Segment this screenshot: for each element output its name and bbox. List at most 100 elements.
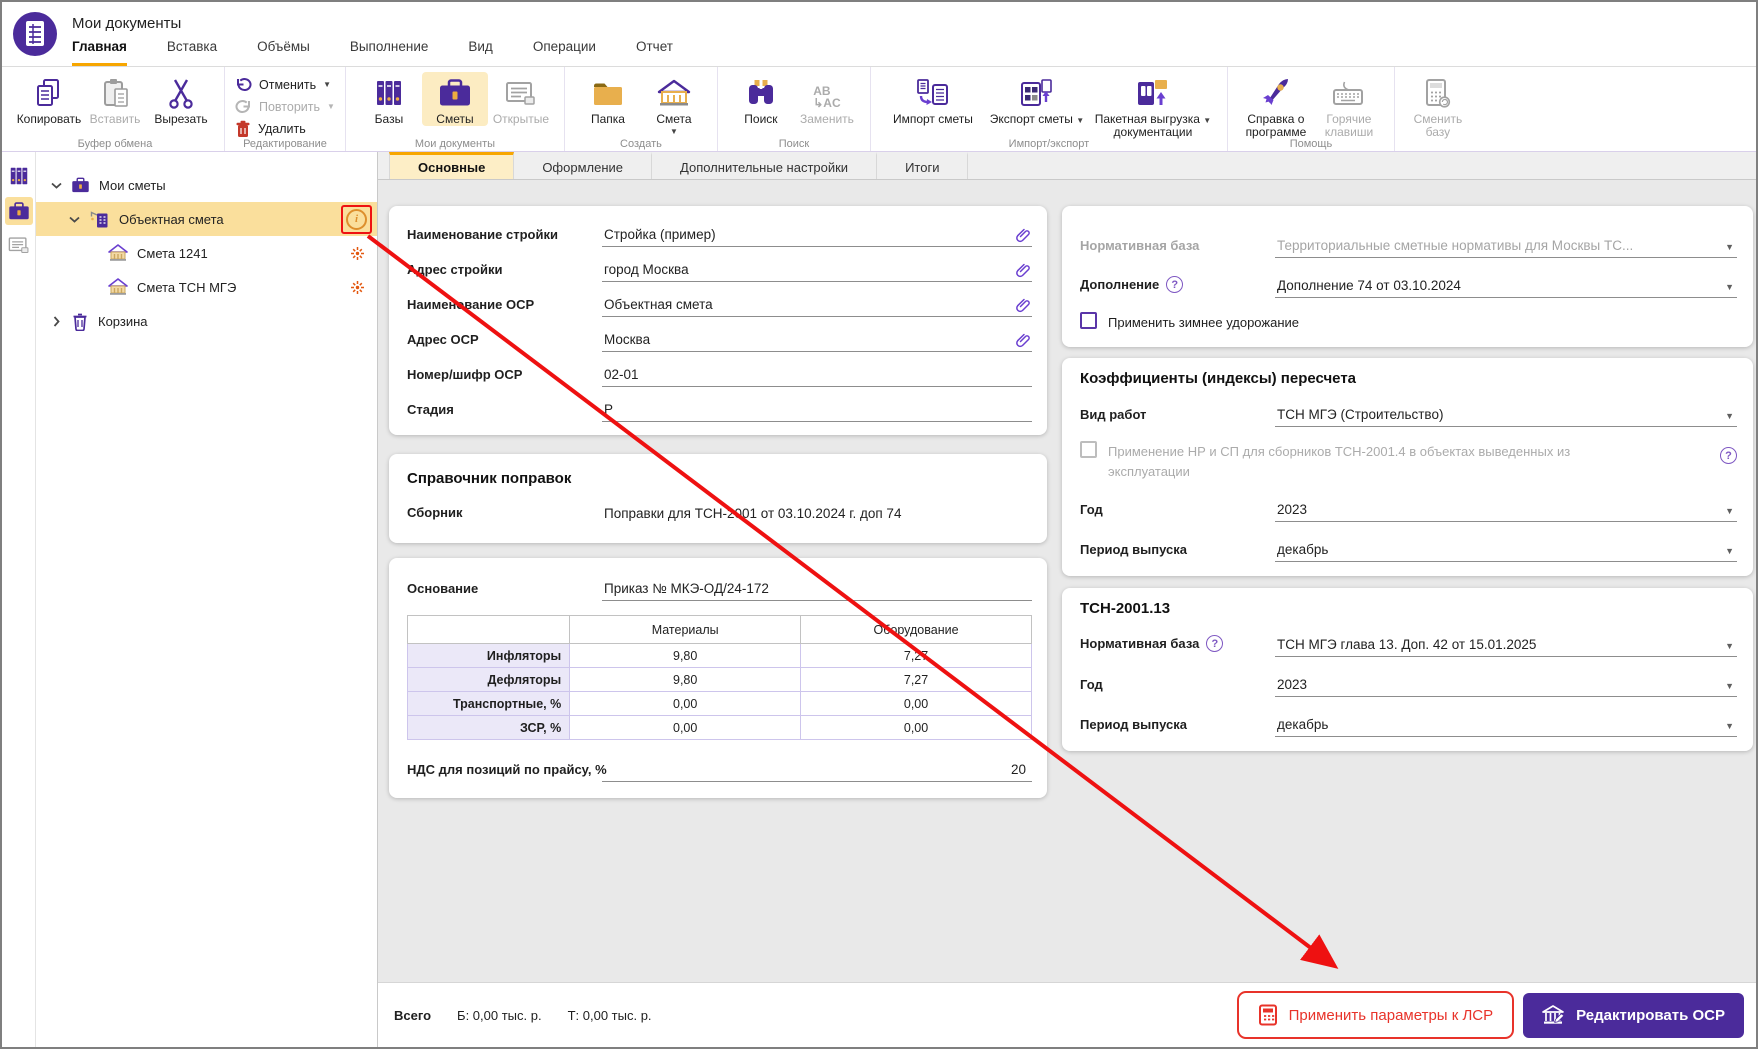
winter-checkbox[interactable] xyxy=(1080,312,1097,329)
undo-button-label: Отменить xyxy=(259,78,316,92)
menu-tab-vstavka[interactable]: Вставка xyxy=(167,39,217,66)
chevron-down-icon[interactable] xyxy=(50,182,62,189)
undo-dropdown-icon[interactable]: ▼ xyxy=(323,81,331,89)
form-row: Нормативная база Территориальные сметные… xyxy=(1080,218,1737,258)
stage-field[interactable]: Р xyxy=(602,402,1032,422)
window-title: Мои документы xyxy=(72,15,673,32)
replace-button[interactable]: AB↳AC Заменить xyxy=(794,72,860,126)
menu-tab-obyomy[interactable]: Объёмы xyxy=(257,39,310,66)
work-type-select[interactable]: ТСН МГЭ (Строительство)▼ xyxy=(1275,407,1737,427)
help-icon[interactable]: ? xyxy=(1206,635,1223,652)
supplement-select[interactable]: Дополнение 74 от 03.10.2024▼ xyxy=(1275,278,1737,298)
tab-osnovnye[interactable]: Основные xyxy=(389,152,514,179)
menu-tab-vid[interactable]: Вид xyxy=(468,39,492,66)
basis-field[interactable]: Приказ № МКЭ-ОД/24-172 xyxy=(602,581,1032,601)
total-label: Всего xyxy=(394,1008,431,1023)
construction-name-field[interactable]: Стройка (пример) xyxy=(602,227,1032,247)
paste-button[interactable]: Вставить xyxy=(82,72,148,126)
batch-export-button[interactable]: Пакетная выгрузка ▼документации xyxy=(1089,72,1217,139)
paperclip-icon[interactable] xyxy=(1016,263,1030,278)
house-icon xyxy=(108,278,128,296)
export-estimate-button[interactable]: Экспорт сметы ▼ xyxy=(985,72,1089,126)
new-estimate-button[interactable]: Смета ▼ xyxy=(641,72,707,136)
copy-button[interactable]: Копировать xyxy=(16,72,82,126)
tab-dopolnitelnye-nastroyki[interactable]: Дополнительные настройки xyxy=(652,152,877,179)
tree-item-object-estimate[interactable]: Объектная смета i xyxy=(36,202,377,236)
table-cell[interactable]: 7,27 xyxy=(801,668,1032,692)
tree-item-my-estimates[interactable]: Мои сметы xyxy=(36,168,377,202)
normative-base-select[interactable]: Территориальные сметные нормативы для Мо… xyxy=(1275,238,1737,258)
table-cell[interactable]: 7,27 xyxy=(801,644,1032,668)
redo-icon xyxy=(235,99,252,114)
menu-tab-glavnaya[interactable]: Главная xyxy=(72,39,127,66)
period-select[interactable]: декабрь▼ xyxy=(1275,542,1737,562)
vat-field[interactable]: 20 xyxy=(602,762,1032,782)
hotkeys-button[interactable]: Горячие клавиши xyxy=(1314,72,1384,139)
help-icon[interactable]: ? xyxy=(1720,447,1737,464)
tsn13-base-select[interactable]: ТСН МГЭ глава 13. Доп. 42 от 15.01.2025▼ xyxy=(1275,637,1737,657)
paste-button-label: Вставить xyxy=(90,113,141,126)
rail-bases-icon[interactable] xyxy=(5,162,33,190)
info-icon[interactable]: i xyxy=(346,209,367,230)
form-row: Адрес ОСР Москва xyxy=(407,317,1032,352)
info-icon-annotation[interactable]: i xyxy=(341,205,372,234)
import-estimate-button[interactable]: Импорт сметы xyxy=(881,72,985,126)
nr-sp-checkbox[interactable] xyxy=(1080,441,1097,458)
osr-number-field[interactable]: 02-01 xyxy=(602,367,1032,387)
construction-address-field[interactable]: город Москва xyxy=(602,262,1032,282)
tree-item-recycle-bin[interactable]: Корзина xyxy=(36,304,377,338)
table-cell[interactable]: 0,00 xyxy=(570,716,801,740)
menu-tab-otchet[interactable]: Отчет xyxy=(636,39,673,66)
apply-parameters-button[interactable]: Применить параметры к ЛСР xyxy=(1241,995,1511,1035)
export-dropdown-icon[interactable]: ▼ xyxy=(1076,116,1084,125)
ribbon-group-help: Справка о программе Горячие клавиши Помо… xyxy=(1228,67,1395,151)
menu-tab-operacii[interactable]: Операции xyxy=(533,39,596,66)
ribbon-toolbar: Копировать Вставить Вырезать Буфер обмен… xyxy=(2,66,1756,152)
undo-button[interactable]: Отменить ▼ xyxy=(235,75,335,94)
help-icon[interactable]: ? xyxy=(1166,276,1183,293)
redo-button[interactable]: Повторить ▼ xyxy=(235,97,335,116)
osr-name-field[interactable]: Объектная смета xyxy=(602,297,1032,317)
edit-osr-button[interactable]: Редактировать ОСР xyxy=(1523,993,1744,1038)
new-estimate-dropdown-icon[interactable]: ▼ xyxy=(670,128,678,136)
content-tabs: Основные Оформление Дополнительные настр… xyxy=(378,152,1756,180)
tab-itogi[interactable]: Итоги xyxy=(877,152,968,179)
field-label: Наименование стройки xyxy=(407,227,602,247)
open-documents-button[interactable]: Открытые xyxy=(488,72,554,126)
rail-estimates-icon[interactable] xyxy=(5,197,33,225)
year-select[interactable]: 2023▼ xyxy=(1275,502,1737,522)
table-cell[interactable]: 0,00 xyxy=(801,692,1032,716)
tsn13-period-select[interactable]: декабрь▼ xyxy=(1275,717,1737,737)
new-folder-button[interactable]: Папка xyxy=(575,72,641,126)
search-button[interactable]: Поиск xyxy=(728,72,794,126)
rocket-icon xyxy=(1259,73,1293,111)
paperclip-icon[interactable] xyxy=(1016,228,1030,243)
rail-open-icon[interactable] xyxy=(5,232,33,260)
field-label: Сборник xyxy=(407,505,602,525)
estimates-button[interactable]: Сметы xyxy=(422,72,488,126)
menu-tab-vypolnenie[interactable]: Выполнение xyxy=(350,39,429,66)
tsn13-year-select[interactable]: 2023▼ xyxy=(1275,677,1737,697)
new-estimate-button-label: Смета xyxy=(656,113,691,126)
bases-button[interactable]: Базы xyxy=(356,72,422,126)
table-cell[interactable]: 9,80 xyxy=(570,644,801,668)
delete-button[interactable]: Удалить xyxy=(235,119,335,138)
about-button[interactable]: Справка о программе xyxy=(1238,72,1314,139)
tab-oformlenie[interactable]: Оформление xyxy=(514,152,652,179)
paperclip-icon[interactable] xyxy=(1016,298,1030,313)
house-icon xyxy=(657,73,691,111)
osr-address-field[interactable]: Москва xyxy=(602,332,1032,352)
tree-item-estimate-tsn-mge[interactable]: Смета ТСН МГЭ xyxy=(36,270,377,304)
batch-export-dropdown-icon[interactable]: ▼ xyxy=(1203,116,1211,125)
tree-item-estimate-1241[interactable]: Смета 1241 xyxy=(36,236,377,270)
table-cell[interactable]: 0,00 xyxy=(570,692,801,716)
table-cell[interactable]: 0,00 xyxy=(801,716,1032,740)
chevron-down-icon[interactable] xyxy=(68,216,80,223)
paperclip-icon[interactable] xyxy=(1016,333,1030,348)
cut-button[interactable]: Вырезать xyxy=(148,72,214,126)
chevron-right-icon[interactable] xyxy=(50,316,62,327)
collection-field[interactable]: Поправки для ТСН-2001 от 03.10.2024 г. д… xyxy=(602,506,1032,525)
change-base-button[interactable]: Сменить базу xyxy=(1405,72,1471,139)
field-label: Год xyxy=(1080,502,1275,522)
table-cell[interactable]: 9,80 xyxy=(570,668,801,692)
